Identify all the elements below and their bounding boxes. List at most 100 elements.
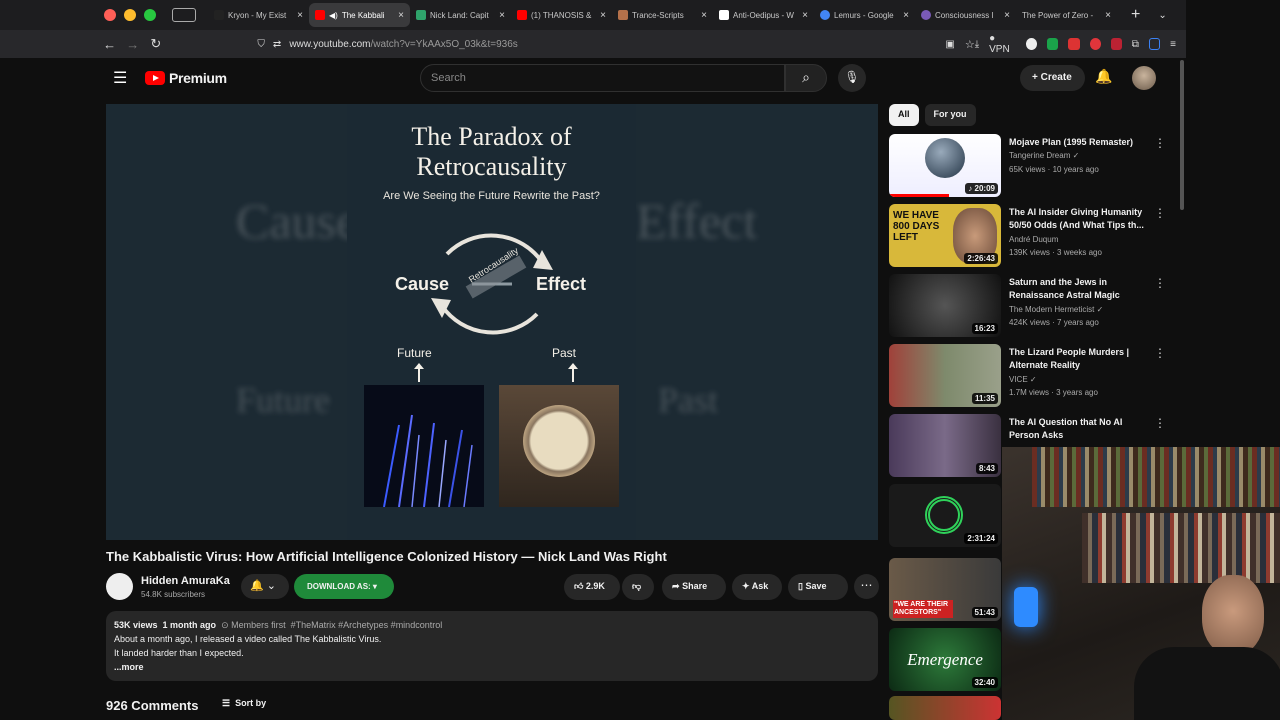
extension-grid-icon[interactable] (1110, 38, 1122, 50)
video-thumbnail[interactable]: "WE ARE THEIR ANCESTORS" 51:43 (889, 558, 1001, 621)
site-settings-icon[interactable]: ⇄ (273, 39, 281, 50)
kebab-menu-icon[interactable]: ⋮ (1154, 416, 1166, 430)
voice-search-icon[interactable]: 🎙 (838, 64, 866, 92)
tab-4[interactable]: Trance-Scripts × (612, 3, 713, 27)
video-thumbnail[interactable]: 8:43 (889, 414, 1001, 477)
video-thumbnail[interactable]: Emergence 32:40 (889, 628, 1001, 691)
video-thumbnail[interactable]: 11:35 (889, 344, 1001, 407)
recommended-video[interactable]: 2:31:24 (889, 484, 1001, 550)
sidebar-toggle-icon[interactable] (1148, 38, 1161, 50)
tab-8[interactable]: The Power of Zero - × (1016, 3, 1117, 27)
kebab-menu-icon[interactable]: ⋮ (1154, 276, 1166, 290)
adblock-icon[interactable] (1089, 38, 1101, 50)
close-tab-icon[interactable]: × (499, 10, 505, 21)
tab-1-active[interactable]: ◀) The Kabbali × (309, 3, 410, 27)
kebab-menu-icon[interactable]: ⋮ (1154, 136, 1166, 150)
bookmark-star-icon[interactable]: ☆ (965, 38, 975, 51)
description-box[interactable]: 53K views 1 month ago ⊙ Members first #T… (106, 611, 878, 681)
search-input[interactable]: Search (420, 64, 785, 92)
thumbs-down-icon: 👎︎ (632, 581, 642, 591)
recommended-video[interactable] (889, 696, 1001, 720)
video-thumbnail[interactable]: ♪ 20:09 (889, 134, 1001, 197)
subscribe-bell-button[interactable]: 🔔 ⌄ (241, 574, 289, 599)
video-thumbnail[interactable]: 16:23 (889, 274, 1001, 337)
close-tab-icon[interactable]: × (1105, 10, 1111, 21)
tab-0[interactable]: Kryon - My Exist × (208, 3, 309, 27)
back-icon[interactable]: ← (98, 37, 121, 52)
vpn-badge[interactable]: ● VPN (989, 33, 1016, 55)
new-tab-icon[interactable]: + (1131, 6, 1140, 24)
tab-favicon (921, 10, 931, 20)
extension-red-icon[interactable] (1068, 38, 1080, 50)
recommended-video[interactable]: ♪ 20:09 Mojave Plan (1995 Remaster) Tang… (889, 134, 1174, 200)
chip-all[interactable]: All (889, 104, 919, 126)
notifications-bell-icon[interactable]: 🔔 (1095, 68, 1112, 85)
close-tab-icon[interactable]: × (1004, 10, 1010, 21)
share-button[interactable]: ➦ Share (662, 574, 726, 600)
download-icon[interactable]: ⤓ (975, 39, 979, 50)
channel-name: The Modern Hermeticist (1009, 305, 1095, 314)
extension-c-icon[interactable] (1026, 38, 1038, 50)
recommended-video[interactable]: 16:23 Saturn and the Jews in Renaissance… (889, 274, 1174, 340)
close-tab-icon[interactable]: × (600, 10, 606, 21)
sort-by-button[interactable]: ☰ Sort by (222, 698, 266, 709)
video-thumbnail[interactable] (889, 696, 1001, 720)
close-window-button[interactable] (104, 9, 116, 21)
like-button[interactable]: 👍︎ 2.9K (564, 574, 620, 600)
channel-name[interactable]: Hidden AmuraKa (141, 575, 230, 587)
hashtags[interactable]: #TheMatrix #Archetypes #mindcontrol (291, 620, 443, 630)
recommended-video[interactable]: 11:35 The Lizard People Murders | Altern… (889, 344, 1174, 410)
create-button[interactable]: + Create (1020, 65, 1085, 91)
ask-button[interactable]: ✦ Ask (732, 574, 782, 600)
tab-6[interactable]: Lemurs - Google × (814, 3, 915, 27)
channel-avatar[interactable] (106, 573, 133, 600)
minimize-window-button[interactable] (124, 9, 136, 21)
poster-title-line2: Retrocausality (416, 152, 567, 181)
video-thumbnail[interactable]: WE HAVE 800 DAYS LEFT 2:26:43 (889, 204, 1001, 267)
tab-7[interactable]: Consciousness I × (915, 3, 1016, 27)
close-tab-icon[interactable]: × (802, 10, 808, 21)
url-field[interactable]: ⛉ ⇄ www.youtube.com/watch?v=YkAAx5O_03k&… (183, 39, 723, 50)
save-button[interactable]: ▯ Save (788, 574, 848, 600)
extensions-puzzle-icon[interactable]: ⧉ (1132, 39, 1139, 50)
show-more-link[interactable]: ...more (114, 660, 870, 674)
tab-3[interactable]: (1) THANOSIS & × (511, 3, 612, 27)
close-tab-icon[interactable]: × (398, 10, 404, 21)
shield-icon[interactable]: ⛉ (257, 39, 265, 50)
video-thumbnail[interactable]: 2:31:24 (889, 484, 1001, 547)
tab-overview-icon[interactable] (172, 8, 196, 22)
tab-list-chevron-icon[interactable]: ⌄ (1158, 10, 1166, 21)
recommended-video[interactable]: Emergence 32:40 (889, 628, 1001, 694)
account-avatar[interactable] (1132, 66, 1156, 90)
menu-icon[interactable]: ≡ (1170, 39, 1176, 50)
dislike-button[interactable]: 👎︎ (622, 574, 654, 600)
comments-count: 926 Comments (106, 698, 199, 713)
recommended-video[interactable]: WE HAVE 800 DAYS LEFT 2:26:43 The AI Ins… (889, 204, 1174, 270)
kebab-menu-icon[interactable]: ⋮ (1154, 346, 1166, 360)
kebab-menu-icon[interactable]: ⋮ (1154, 206, 1166, 220)
close-tab-icon[interactable]: × (701, 10, 707, 21)
extension-green-icon[interactable] (1047, 38, 1059, 50)
channel-name: André Duqum (1009, 235, 1059, 244)
hamburger-menu-icon[interactable]: ☰ (113, 68, 133, 88)
reload-icon[interactable]: ↻ (144, 36, 167, 52)
tab-strip: Kryon - My Exist × ◀) The Kabbali × Nick La… (208, 0, 1117, 30)
youtube-premium-logo[interactable]: Premium (145, 70, 227, 86)
streamer-head (1202, 575, 1264, 655)
close-tab-icon[interactable]: × (903, 10, 909, 21)
video-player[interactable]: Cause Effect Future Past The Paradox of R… (106, 104, 878, 540)
download-as-button[interactable]: DOWNLOAD AS: ▾ (294, 574, 394, 599)
audio-icon[interactable]: ◀) (329, 11, 338, 20)
page-scrollbar[interactable] (1180, 60, 1184, 210)
picture-in-picture-icon[interactable]: ▣ (945, 39, 954, 50)
tab-5[interactable]: Anti-Oedipus - W × (713, 3, 814, 27)
thumbnail-text: Emergence (907, 650, 983, 669)
zoom-window-button[interactable] (144, 9, 156, 21)
more-actions-icon[interactable]: ⋯ (854, 574, 879, 599)
tab-2[interactable]: Nick Land: Capit × (410, 3, 511, 27)
recommended-video[interactable]: "WE ARE THEIR ANCESTORS" 51:43 (889, 558, 1001, 624)
search-icon[interactable]: ⌕ (785, 64, 827, 92)
close-tab-icon[interactable]: × (297, 10, 303, 21)
forward-icon[interactable]: → (121, 37, 144, 52)
chip-for-you[interactable]: For you (924, 104, 976, 126)
